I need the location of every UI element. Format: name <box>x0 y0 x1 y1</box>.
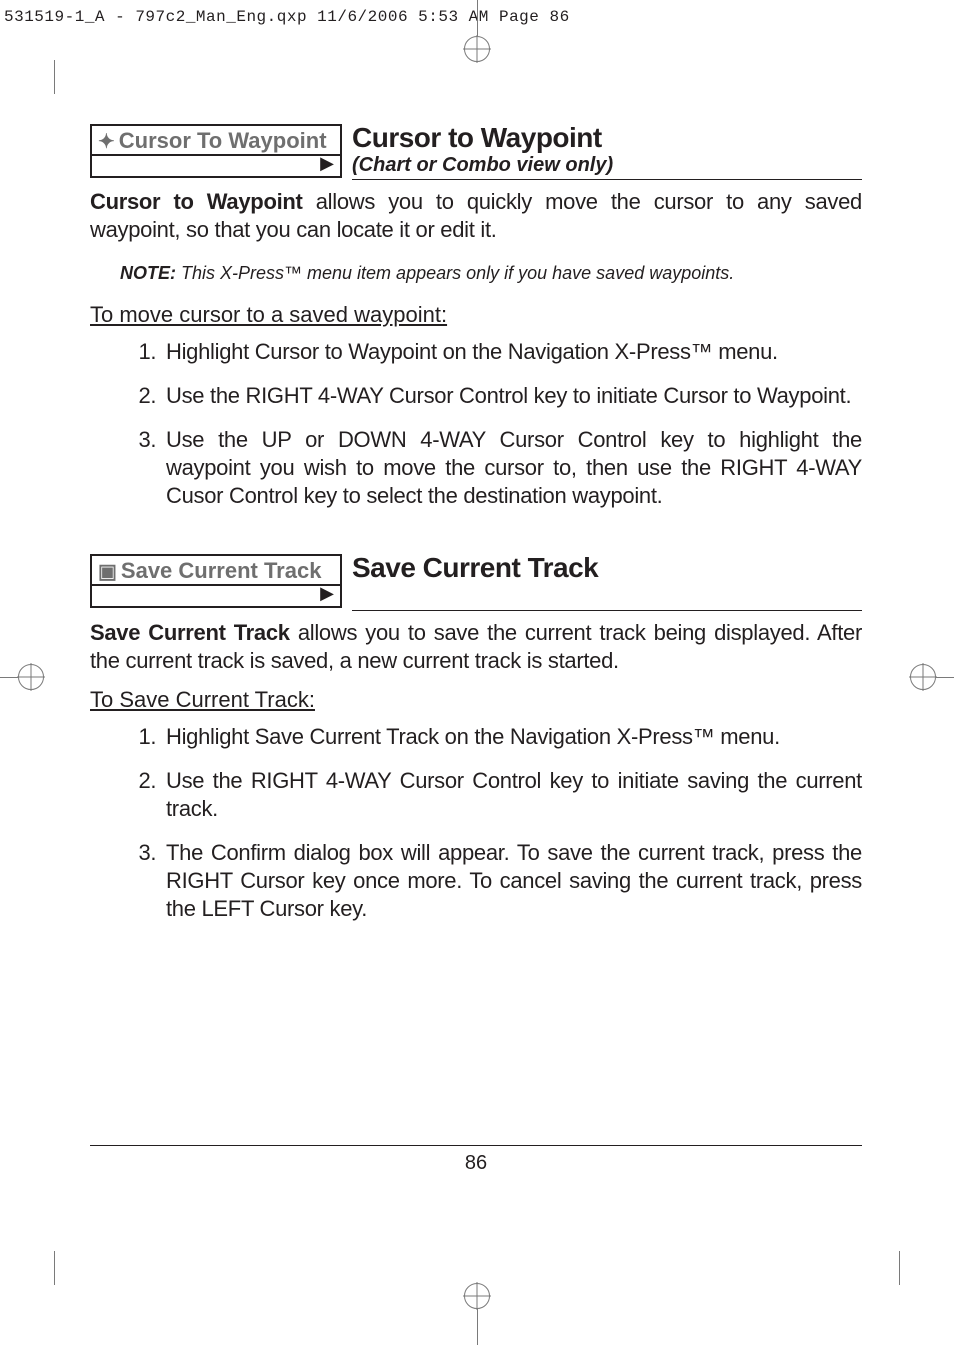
page-content: ✦ Cursor To Waypoint ▶ Cursor to Waypoin… <box>90 124 862 939</box>
section1-howto-heading: To move cursor to a saved waypoint: <box>90 302 862 328</box>
list-item: Highlight Save Current Track on the Navi… <box>162 723 862 751</box>
section1-intro: Cursor to Waypoint allows you to quickly… <box>90 188 862 244</box>
section1-header: ✦ Cursor To Waypoint ▶ Cursor to Waypoin… <box>90 124 862 180</box>
save-icon: ▣ <box>98 559 117 584</box>
section2-rule <box>352 610 862 611</box>
list-item: The Confirm dialog box will appear. To s… <box>162 839 862 923</box>
registration-mark-left <box>0 660 52 694</box>
section1-rule <box>352 179 862 180</box>
section2-intro: Save Current Track allows you to save th… <box>90 619 862 675</box>
cursor-to-waypoint-ui-label: Cursor To Waypoint <box>119 128 327 154</box>
cursor-to-waypoint-ui-box: ✦ Cursor To Waypoint ▶ <box>90 124 342 178</box>
section2-title: Save Current Track <box>352 554 862 582</box>
section2-steps: Highlight Save Current Track on the Navi… <box>90 723 862 923</box>
save-current-track-ui-label: Save Current Track <box>121 558 322 584</box>
list-item: Use the RIGHT 4-WAY Cursor Control key t… <box>162 767 862 823</box>
crop-mark-bottom-right <box>865 1251 900 1285</box>
save-current-track-ui-box: ▣ Save Current Track ▶ <box>90 554 342 608</box>
registration-mark-bottom <box>447 1285 507 1345</box>
list-item: Use the RIGHT 4-WAY Cursor Control key t… <box>162 382 862 410</box>
section2-howto-heading: To Save Current Track: <box>90 687 862 713</box>
section1-title: Cursor to Waypoint <box>352 124 862 152</box>
registration-mark-right <box>902 660 954 694</box>
section2-header: ▣ Save Current Track ▶ Save Current Trac… <box>90 554 862 611</box>
registration-mark-top <box>417 0 537 60</box>
section1-note: NOTE: This X-Press™ menu item appears on… <box>120 262 862 284</box>
crop-mark-bottom-left <box>54 1251 89 1285</box>
section1-steps: Highlight Cursor to Waypoint on the Navi… <box>90 338 862 510</box>
right-arrow-icon: ▶ <box>320 153 334 174</box>
right-arrow-icon: ▶ <box>320 583 334 604</box>
footer-rule <box>90 1145 862 1146</box>
page-footer: 86 <box>90 1145 862 1175</box>
waypoint-icon: ✦ <box>98 129 115 154</box>
list-item: Highlight Cursor to Waypoint on the Navi… <box>162 338 862 366</box>
section1-subtitle: (Chart or Combo view only) <box>352 154 862 177</box>
list-item: Use the UP or DOWN 4-WAY Cursor Control … <box>162 426 862 510</box>
crop-mark-top-left <box>54 60 89 94</box>
page-number: 86 <box>90 1152 862 1175</box>
